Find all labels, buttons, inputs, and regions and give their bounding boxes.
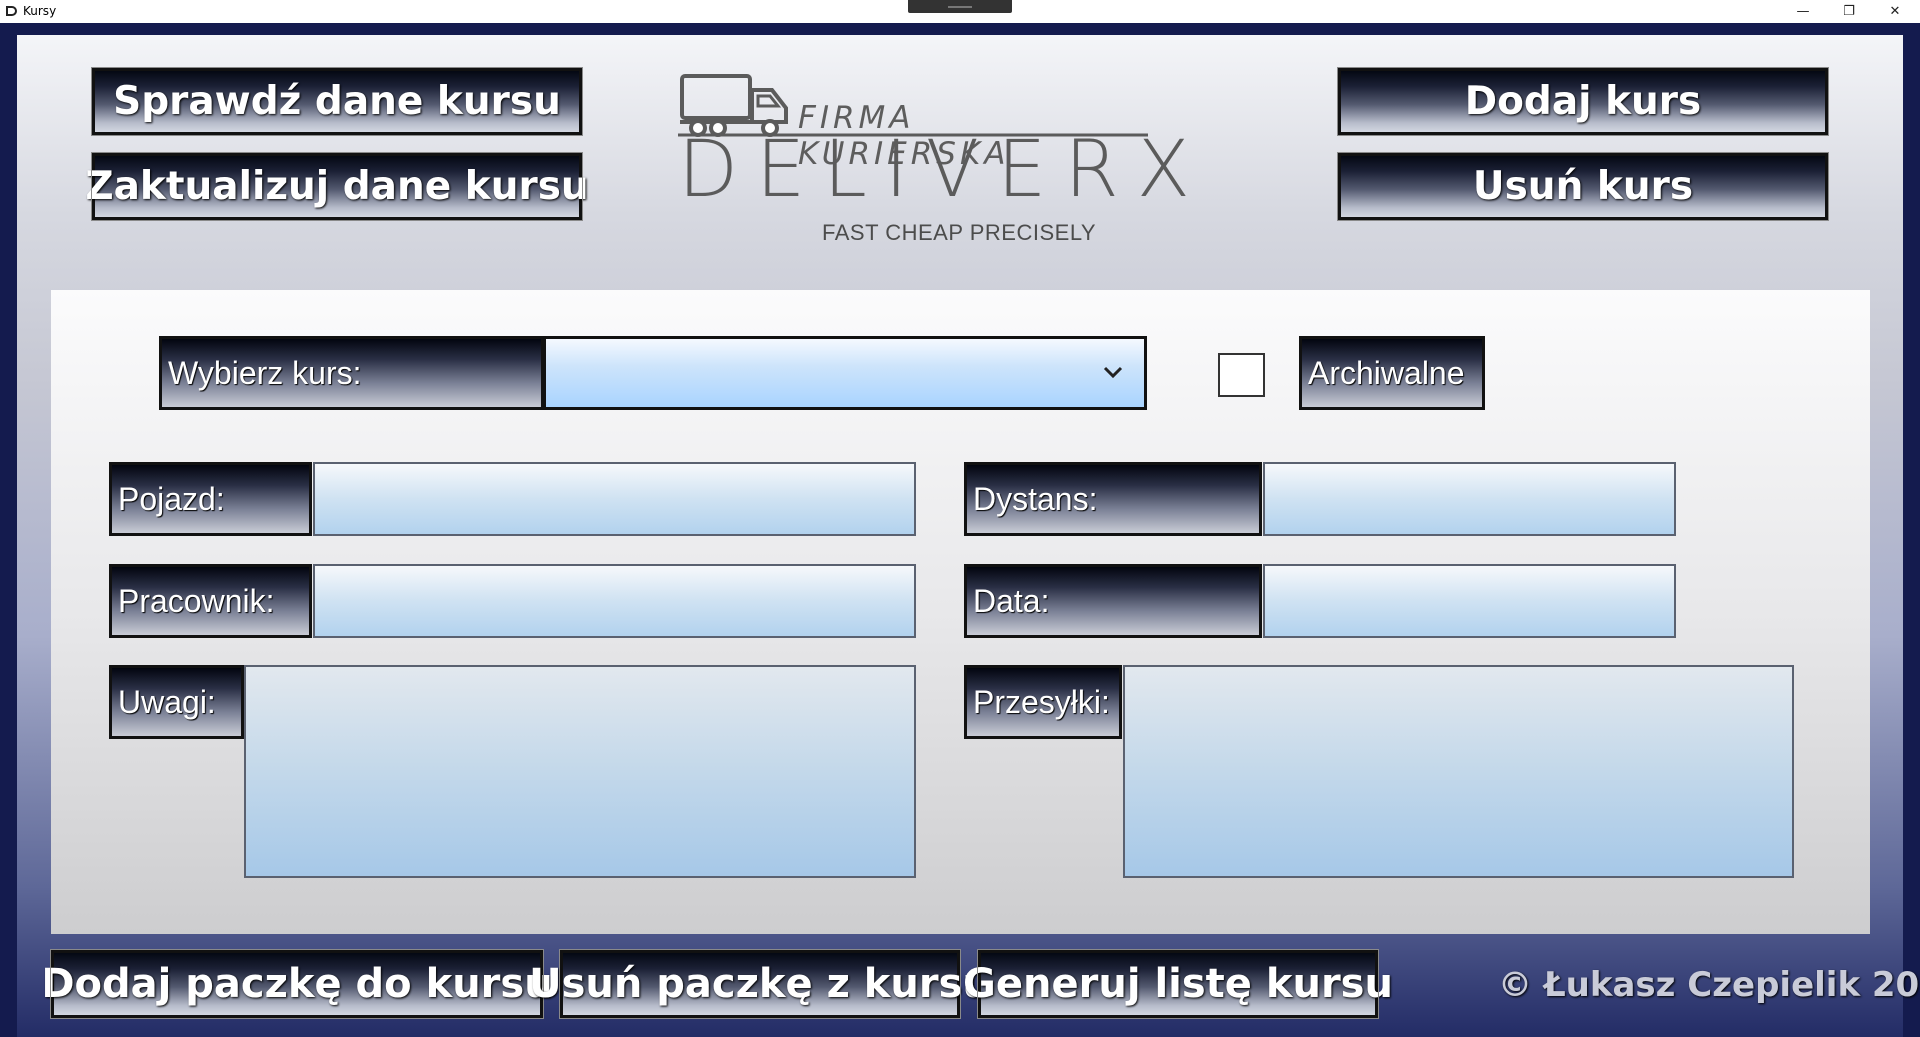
copyright-text: © Łukasz Czepielik 2018	[1498, 965, 1920, 1005]
parcels-list[interactable]	[1123, 665, 1794, 878]
remove-parcel-button[interactable]: Usuń paczkę z kursu	[529, 949, 991, 1019]
window-title: Kursy	[23, 4, 57, 18]
add-course-button[interactable]: Dodaj kurs	[1337, 67, 1829, 136]
vehicle-label: Pojazd:	[109, 462, 312, 536]
delete-course-button[interactable]: Usuń kurs	[1337, 152, 1829, 221]
select-course-label: Wybierz kurs:	[159, 336, 544, 410]
title-bar: Kursy — ❐ ✕	[0, 0, 1920, 23]
distance-field[interactable]	[1263, 462, 1676, 536]
logo-tagline: FAST CHEAP PRECISELY	[822, 220, 1097, 245]
chevron-down-icon[interactable]	[1098, 357, 1128, 387]
employee-field[interactable]	[313, 564, 916, 638]
minimize-button[interactable]: —	[1780, 0, 1826, 23]
course-select[interactable]	[543, 336, 1147, 410]
restore-button[interactable]: ❐	[1826, 0, 1872, 23]
distance-label: Dystans:	[964, 462, 1262, 536]
date-label: Data:	[964, 564, 1262, 638]
logo-name: DELIVERX	[678, 125, 1209, 215]
app-icon	[6, 6, 17, 16]
company-logo: FIRMA KURIERSKA DELIVERX FAST CHEAP PREC…	[678, 70, 1258, 255]
notes-label: Uwagi:	[109, 665, 244, 739]
parcels-label: Przesyłki:	[964, 665, 1122, 739]
add-parcel-button[interactable]: Dodaj paczkę do kursu	[41, 949, 553, 1019]
employee-label: Pracownik:	[109, 564, 312, 638]
check-course-button[interactable]: Sprawdź dane kursu	[91, 67, 583, 136]
vehicle-field[interactable]	[313, 462, 916, 536]
title-bar-grip[interactable]	[908, 0, 1012, 13]
notes-textarea[interactable]	[244, 665, 916, 878]
update-course-button[interactable]: Zaktualizuj dane kursu	[85, 152, 589, 221]
archived-label: Archiwalne	[1299, 336, 1485, 410]
generate-list-button[interactable]: Generuj listę kursu	[963, 949, 1393, 1019]
archived-checkbox[interactable]	[1218, 353, 1265, 397]
date-field[interactable]	[1263, 564, 1676, 638]
close-button[interactable]: ✕	[1872, 0, 1918, 23]
